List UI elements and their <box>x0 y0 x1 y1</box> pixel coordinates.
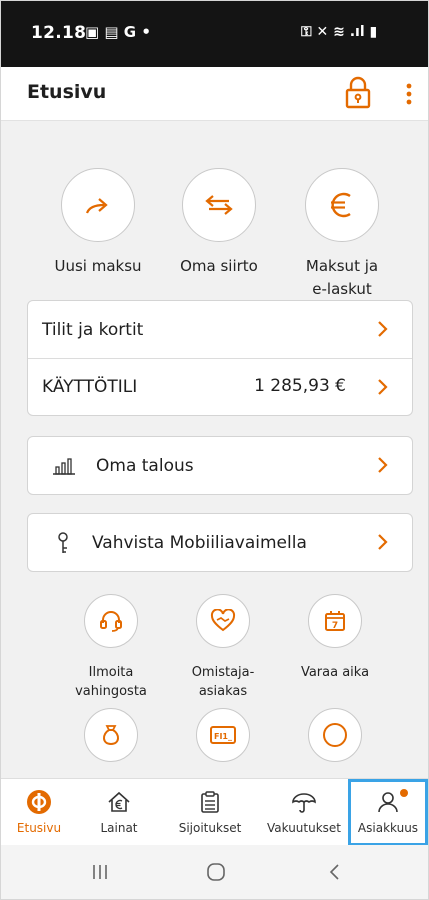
quick-action-label-line1: Maksut ja <box>305 257 379 275</box>
person-icon <box>378 792 398 813</box>
lock-button[interactable] <box>341 75 375 111</box>
document-icon: FI1_ <box>210 726 236 744</box>
chevron-right-icon <box>378 457 388 473</box>
quick-action-circle <box>182 168 256 242</box>
quick-action-label: Maksut ja e-laskut <box>272 255 412 301</box>
tab-label: Lainat <box>100 821 138 835</box>
tab-loans[interactable]: Lainat <box>87 779 151 846</box>
verify-mobile-key-row[interactable]: Vahvista Mobiiliavaimella <box>28 514 412 571</box>
calendar-day: 7 <box>332 621 338 631</box>
key-icon <box>58 531 68 553</box>
calendar-icon: 7 <box>325 611 345 631</box>
service-circle: 7 <box>308 594 362 648</box>
more-vertical-icon <box>406 83 412 105</box>
tab-investments[interactable]: Sijoitukset <box>168 779 252 846</box>
own-finance-label: Oma talous <box>96 455 194 476</box>
verify-card: Vahvista Mobiiliavaimella <box>27 513 413 572</box>
service-circle <box>196 594 250 648</box>
quick-action-new-payment[interactable]: Uusi maksu <box>28 168 168 278</box>
service-circle <box>84 594 138 648</box>
service-label: Varaa aika <box>270 663 400 682</box>
account-balance: 1 285,93 € <box>254 376 346 396</box>
quick-action-label: Oma siirto <box>180 257 258 275</box>
account-name: KÄYTTÖTILI <box>42 377 138 397</box>
more-options-button[interactable] <box>395 77 423 111</box>
quick-action-own-transfer[interactable]: Oma siirto <box>149 168 289 278</box>
service-label-line1: Varaa aika <box>300 665 370 680</box>
service-circle: FI1_ <box>196 708 250 762</box>
quick-action-payments-einvoices[interactable]: Maksut ja e-laskut <box>272 168 412 301</box>
tab-label: Sijoitukset <box>178 821 242 835</box>
money-bag-icon <box>103 725 119 746</box>
system-status-icons: ⚿ ✕ ≋ .ıl ▮ <box>301 24 378 40</box>
chevron-right-icon <box>378 534 388 550</box>
verify-mobile-key-label: Vahvista Mobiiliavaimella <box>92 532 307 553</box>
service-book-appointment[interactable]: 7 Varaa aika <box>270 594 400 682</box>
umbrella-icon <box>292 793 316 813</box>
recents-icon[interactable] <box>91 863 109 881</box>
euro-icon <box>331 192 351 218</box>
service-circle <box>308 708 362 762</box>
document-icon-text: FI1_ <box>214 732 232 741</box>
chevron-right-icon <box>378 321 388 337</box>
back-nav-icon[interactable] <box>327 862 343 882</box>
circle-icon <box>323 723 347 747</box>
tab-customership[interactable]: Asiakkuus <box>348 779 428 846</box>
clipboard-icon <box>201 791 219 813</box>
service-circle <box>84 708 138 762</box>
service-item[interactable] <box>270 708 400 762</box>
home-content: Uusi maksu Oma siirto Maksut ja e-laskut <box>1 122 428 778</box>
service-label: Ilmoita vahingosta <box>46 663 176 701</box>
lock-icon <box>345 76 371 109</box>
service-label-line1: Omistaja- <box>191 665 255 680</box>
quick-action-circle <box>305 168 379 242</box>
headset-icon <box>100 611 122 632</box>
status-time: 12.18 <box>31 23 87 43</box>
page-title: Etusivu <box>27 81 107 103</box>
account-row[interactable]: KÄYTTÖTILI 1 285,93 € <box>28 358 412 415</box>
notification-icons: ▣ ▤ G • <box>85 23 151 41</box>
tab-insurance[interactable]: Vakuutukset <box>262 779 346 846</box>
status-bar: 12.18 ▣ ▤ G • ⚿ ✕ ≋ .ıl ▮ <box>1 1 428 67</box>
arrow-forward-icon <box>85 198 108 214</box>
op-logo-icon <box>27 790 51 814</box>
accounts-card: Tilit ja kortit KÄYTTÖTILI 1 285,93 € <box>27 300 413 416</box>
service-label: Omistaja- asiakas <box>158 663 288 701</box>
own-finance-row[interactable]: Oma talous <box>28 437 412 494</box>
tab-label: Etusivu <box>16 821 62 835</box>
quick-action-circle <box>61 168 135 242</box>
heart-handshake-icon <box>210 609 236 632</box>
system-nav-bar <box>1 845 428 899</box>
service-item[interactable] <box>46 708 176 762</box>
house-euro-icon <box>108 791 130 812</box>
home-nav-icon[interactable] <box>205 861 227 883</box>
service-owner-customer[interactable]: Omistaja- asiakas <box>158 594 288 701</box>
service-item[interactable]: FI1_ <box>158 708 288 762</box>
bar-chart-icon <box>53 457 75 475</box>
tab-label: Vakuutukset <box>266 821 342 835</box>
quick-action-label-line2: e-laskut <box>312 280 372 298</box>
service-label-line1: Ilmoita <box>88 665 134 680</box>
service-report-damage[interactable]: Ilmoita vahingosta <box>46 594 176 701</box>
tab-label: Asiakkuus <box>357 821 419 835</box>
tab-home[interactable]: Etusivu <box>7 779 71 846</box>
bottom-tab-bar: Etusivu Lainat Sijoitukset Vakuutukset A… <box>1 778 428 846</box>
chevron-right-icon <box>378 379 388 395</box>
accounts-and-cards-row[interactable]: Tilit ja kortit <box>28 301 412 358</box>
service-label-line2: asiakas <box>198 684 248 699</box>
notification-dot <box>400 789 408 797</box>
transfer-arrows-icon <box>205 195 233 215</box>
quick-action-label: Uusi maksu <box>54 257 142 275</box>
service-label-line2: vahingosta <box>75 684 147 699</box>
accounts-and-cards-label: Tilit ja kortit <box>42 319 144 340</box>
finance-card: Oma talous <box>27 436 413 495</box>
app-bar: Etusivu <box>1 67 428 121</box>
